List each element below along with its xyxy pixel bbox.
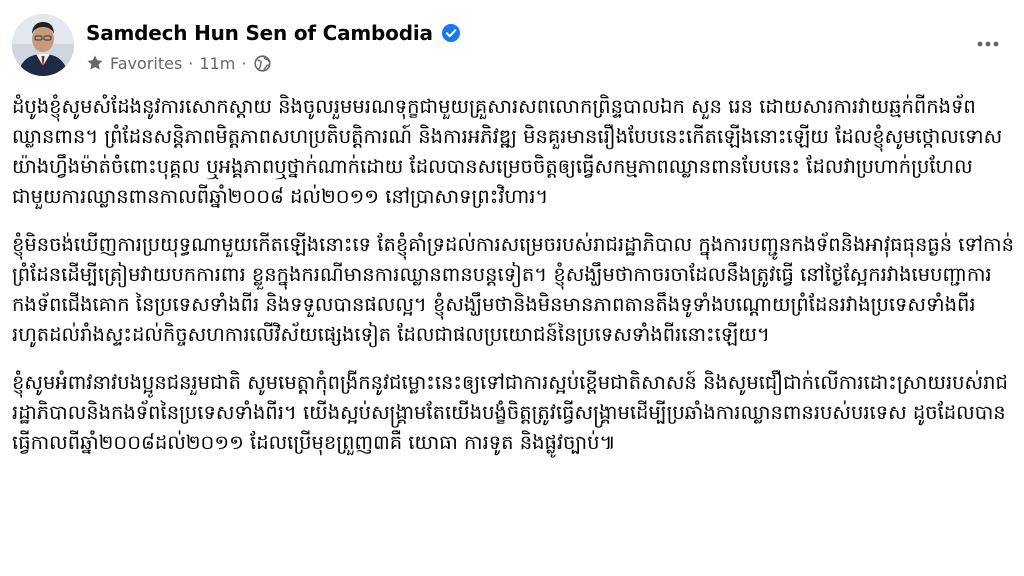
more-options-icon xyxy=(977,41,999,47)
post-meta: Favorites · 11m · xyxy=(86,52,272,74)
meta-separator: · xyxy=(241,53,247,73)
meta-separator: · xyxy=(188,53,194,73)
avatar-portrait-image xyxy=(12,14,74,76)
post-paragraph-2: ខ្ញុំមិនចង់ឃើញការប្រយុទ្ធណាមួយកើតឡើងនោះទ… xyxy=(12,233,1014,346)
globe-icon[interactable] xyxy=(254,54,272,72)
audience-label: Favorites xyxy=(110,53,183,73)
author-name[interactable]: Samdech Hun Sen of Cambodia xyxy=(86,21,433,45)
author-avatar[interactable] xyxy=(12,14,74,76)
post-paragraph-1: ដំបូងខ្ញុំសូមសំដែងនូវការសោកស្តាយ និងចូលរ… xyxy=(12,95,1003,208)
post-body: ដំបូងខ្ញុំសូមសំដែងនូវការសោកស្តាយ និងចូលរ… xyxy=(12,92,1016,476)
star-icon xyxy=(86,54,104,72)
verified-badge-icon xyxy=(441,23,461,43)
more-options-button[interactable] xyxy=(970,26,1006,62)
post-timestamp[interactable]: 11m xyxy=(199,54,235,73)
author-name-row: Samdech Hun Sen of Cambodia xyxy=(86,18,461,48)
facebook-post: Samdech Hun Sen of Cambodia Favorites · … xyxy=(0,0,1024,576)
post-header: Samdech Hun Sen of Cambodia Favorites · … xyxy=(12,10,1012,80)
post-paragraph-3: ខ្ញុំសូមអំពាវនាវបងប្អូនជនរួមជាតិ សូមមេត្… xyxy=(12,371,1008,454)
